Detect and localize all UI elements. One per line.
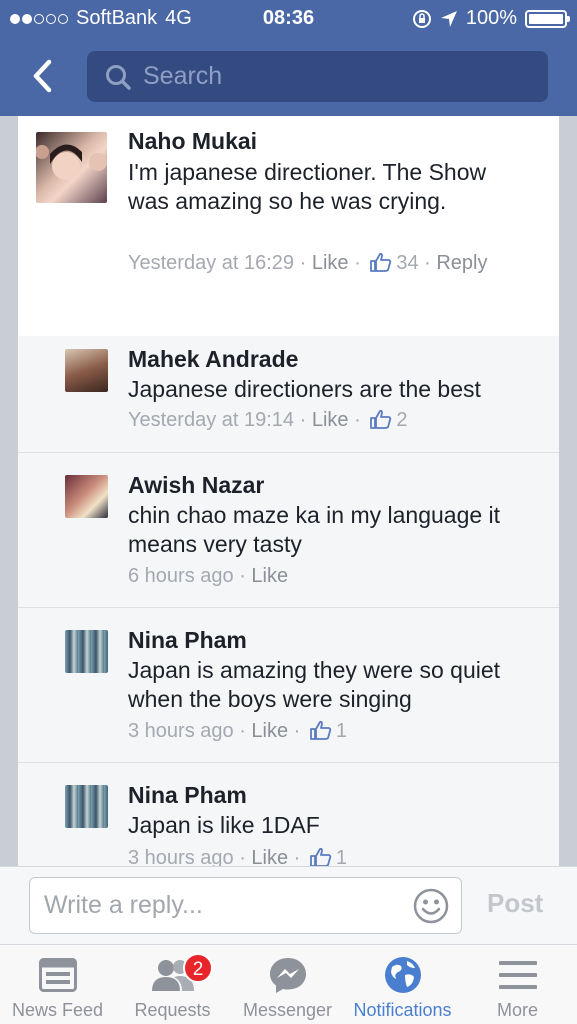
status-right: 100% — [412, 7, 570, 30]
globe-icon — [384, 957, 421, 993]
status-bar: SoftBank 4G 08:36 100% — [0, 0, 577, 40]
avatar[interactable] — [36, 132, 107, 203]
tab-label: News Feed — [11, 1000, 104, 1020]
like-link[interactable]: Like — [251, 847, 288, 866]
like-link[interactable]: Like — [312, 409, 349, 431]
thumbs-up-icon — [310, 720, 332, 740]
thumbs-up-icon — [310, 847, 332, 866]
comment-time[interactable]: Yesterday at 16:29 — [128, 252, 294, 274]
comment-text: chin chao maze ka in my language it mean… — [128, 502, 501, 557]
avatar[interactable] — [65, 630, 108, 673]
comment-time[interactable]: 3 hours ago — [128, 720, 234, 742]
like-count[interactable]: 34 — [396, 252, 418, 274]
tab-label: Notifications — [353, 1000, 452, 1020]
tab-notifications[interactable]: Notifications — [345, 945, 460, 1024]
comment-thread: Naho Mukai I'm japanese directioner. The… — [18, 116, 559, 866]
tab-news-feed[interactable]: News Feed — [0, 945, 115, 1024]
comment-author[interactable]: Mahek Andrade — [128, 346, 298, 373]
comment-meta: Yesterday at 16:29 · Like · 34 · Reply — [128, 252, 488, 274]
comment-author[interactable]: Nina Pham — [128, 627, 247, 654]
emoji-icon[interactable] — [413, 888, 449, 924]
menu-icon — [498, 961, 537, 989]
news-feed-icon — [38, 958, 77, 992]
comment-meta: 3 hours ago · Like · 1 — [128, 845, 548, 866]
tab-label: Messenger — [242, 1000, 333, 1020]
thumbs-up-icon — [370, 252, 392, 272]
post-button[interactable]: Post — [487, 888, 543, 919]
comment-meta: Yesterday at 19:14 · Like · 2 — [128, 409, 408, 431]
comment-author[interactable]: Awish Nazar — [128, 472, 264, 499]
reply-link[interactable]: Reply — [436, 252, 487, 274]
comment-text: I'm japanese directioner. The Show was a… — [128, 159, 487, 214]
search-icon — [106, 64, 131, 90]
like-count[interactable]: 1 — [336, 847, 347, 866]
avatar[interactable] — [65, 349, 108, 392]
tab-messenger[interactable]: Messenger — [230, 945, 345, 1024]
thumbs-up-icon — [370, 409, 392, 429]
like-link[interactable]: Like — [312, 252, 349, 274]
chevron-left-icon — [33, 59, 52, 93]
reply-item: Nina Pham Japan is like 1DAF 3 hours ago… — [18, 763, 559, 866]
tab-bar: News Feed 2 Requests Messenger Notificat… — [0, 944, 577, 1024]
battery-icon — [525, 9, 570, 28]
battery-percent: 100% — [465, 7, 517, 29]
tab-label: More — [496, 1000, 538, 1020]
avatar[interactable] — [65, 475, 108, 518]
back-button[interactable] — [22, 56, 62, 96]
reply-item: Nina Pham Japan is amazing they were so … — [18, 608, 559, 763]
comment-author[interactable]: Naho Mukai — [128, 128, 257, 155]
like-count[interactable]: 2 — [396, 409, 407, 431]
like-count[interactable]: 1 — [336, 720, 347, 742]
reply-placeholder: Write a reply... — [44, 891, 203, 919]
location-arrow-icon — [440, 10, 457, 27]
tab-more[interactable]: More — [460, 945, 575, 1024]
comment-time[interactable]: 6 hours ago — [128, 565, 234, 587]
reply-composer: Write a reply... Post — [0, 866, 577, 944]
comment-text: Japan is like 1DAF — [128, 812, 320, 838]
search-placeholder: Search — [143, 62, 223, 90]
reply-input[interactable]: Write a reply... — [29, 877, 462, 934]
nav-bar: Search — [0, 40, 577, 116]
reply-item: Awish Nazar chin chao maze ka in my lang… — [18, 453, 559, 608]
like-link[interactable]: Like — [251, 720, 288, 742]
comment-text: Japan is amazing they were so quiet when… — [128, 657, 501, 712]
comment-time[interactable]: 3 hours ago — [128, 847, 234, 866]
like-link[interactable]: Like — [251, 565, 288, 587]
notification-badge: 2 — [183, 953, 213, 983]
comment-item: Naho Mukai I'm japanese directioner. The… — [18, 116, 559, 336]
tab-requests[interactable]: 2 Requests — [115, 945, 230, 1024]
avatar[interactable] — [65, 785, 108, 828]
rotation-lock-icon — [412, 9, 431, 28]
comment-meta: 3 hours ago · Like · 1 — [128, 720, 348, 742]
comment-time[interactable]: Yesterday at 19:14 — [128, 409, 294, 431]
comment-text: Japanese directioners are the best — [128, 376, 481, 402]
messenger-icon — [269, 958, 306, 993]
reply-item: Mahek Andrade Japanese directioners are … — [18, 336, 559, 453]
comment-meta: 6 hours ago · Like — [128, 565, 289, 587]
comment-author[interactable]: Nina Pham — [128, 782, 247, 809]
search-input[interactable]: Search — [87, 51, 548, 102]
tab-label: Requests — [134, 1000, 211, 1020]
